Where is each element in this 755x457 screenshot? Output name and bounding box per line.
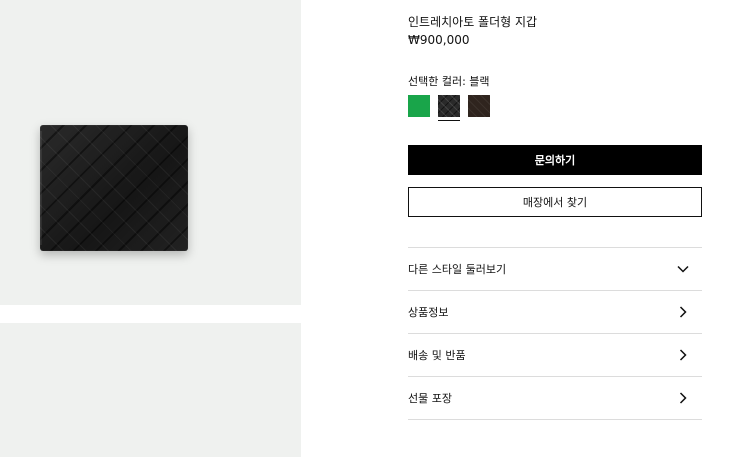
chevron-right-icon bbox=[679, 349, 687, 361]
accordion-other-styles[interactable]: 다른 스타일 둘러보기 bbox=[408, 247, 702, 290]
accordion-gift-wrap[interactable]: 선물 포장 bbox=[408, 376, 702, 420]
accordion-shipping-returns[interactable]: 배송 및 반품 bbox=[408, 333, 702, 376]
chevron-right-icon bbox=[679, 306, 687, 318]
info-accordion: 다른 스타일 둘러보기 상품정보 배송 및 반품 선물 포장 bbox=[408, 247, 702, 420]
swatch-green[interactable] bbox=[408, 95, 430, 117]
swatch-brown[interactable] bbox=[468, 95, 490, 117]
product-price: ₩900,000 bbox=[408, 33, 470, 47]
accordion-label: 배송 및 반품 bbox=[408, 349, 466, 362]
accordion-label: 선물 포장 bbox=[408, 392, 452, 405]
accordion-label: 상품정보 bbox=[408, 306, 449, 319]
product-title: 인트레치아토 폴더형 지갑 bbox=[408, 15, 538, 29]
swatch-black[interactable] bbox=[438, 95, 460, 121]
inquiry-button[interactable]: 문의하기 bbox=[408, 145, 702, 175]
chevron-down-icon bbox=[677, 265, 689, 273]
find-in-store-button[interactable]: 매장에서 찾기 bbox=[408, 187, 702, 217]
product-image-main[interactable] bbox=[0, 0, 301, 305]
selected-color-label: 선택한 컬러: 블랙 bbox=[408, 75, 490, 88]
product-image-secondary[interactable] bbox=[0, 323, 301, 457]
chevron-right-icon bbox=[679, 392, 687, 404]
wallet-photo bbox=[40, 125, 188, 251]
accordion-product-info[interactable]: 상품정보 bbox=[408, 290, 702, 333]
accordion-label: 다른 스타일 둘러보기 bbox=[408, 263, 507, 276]
